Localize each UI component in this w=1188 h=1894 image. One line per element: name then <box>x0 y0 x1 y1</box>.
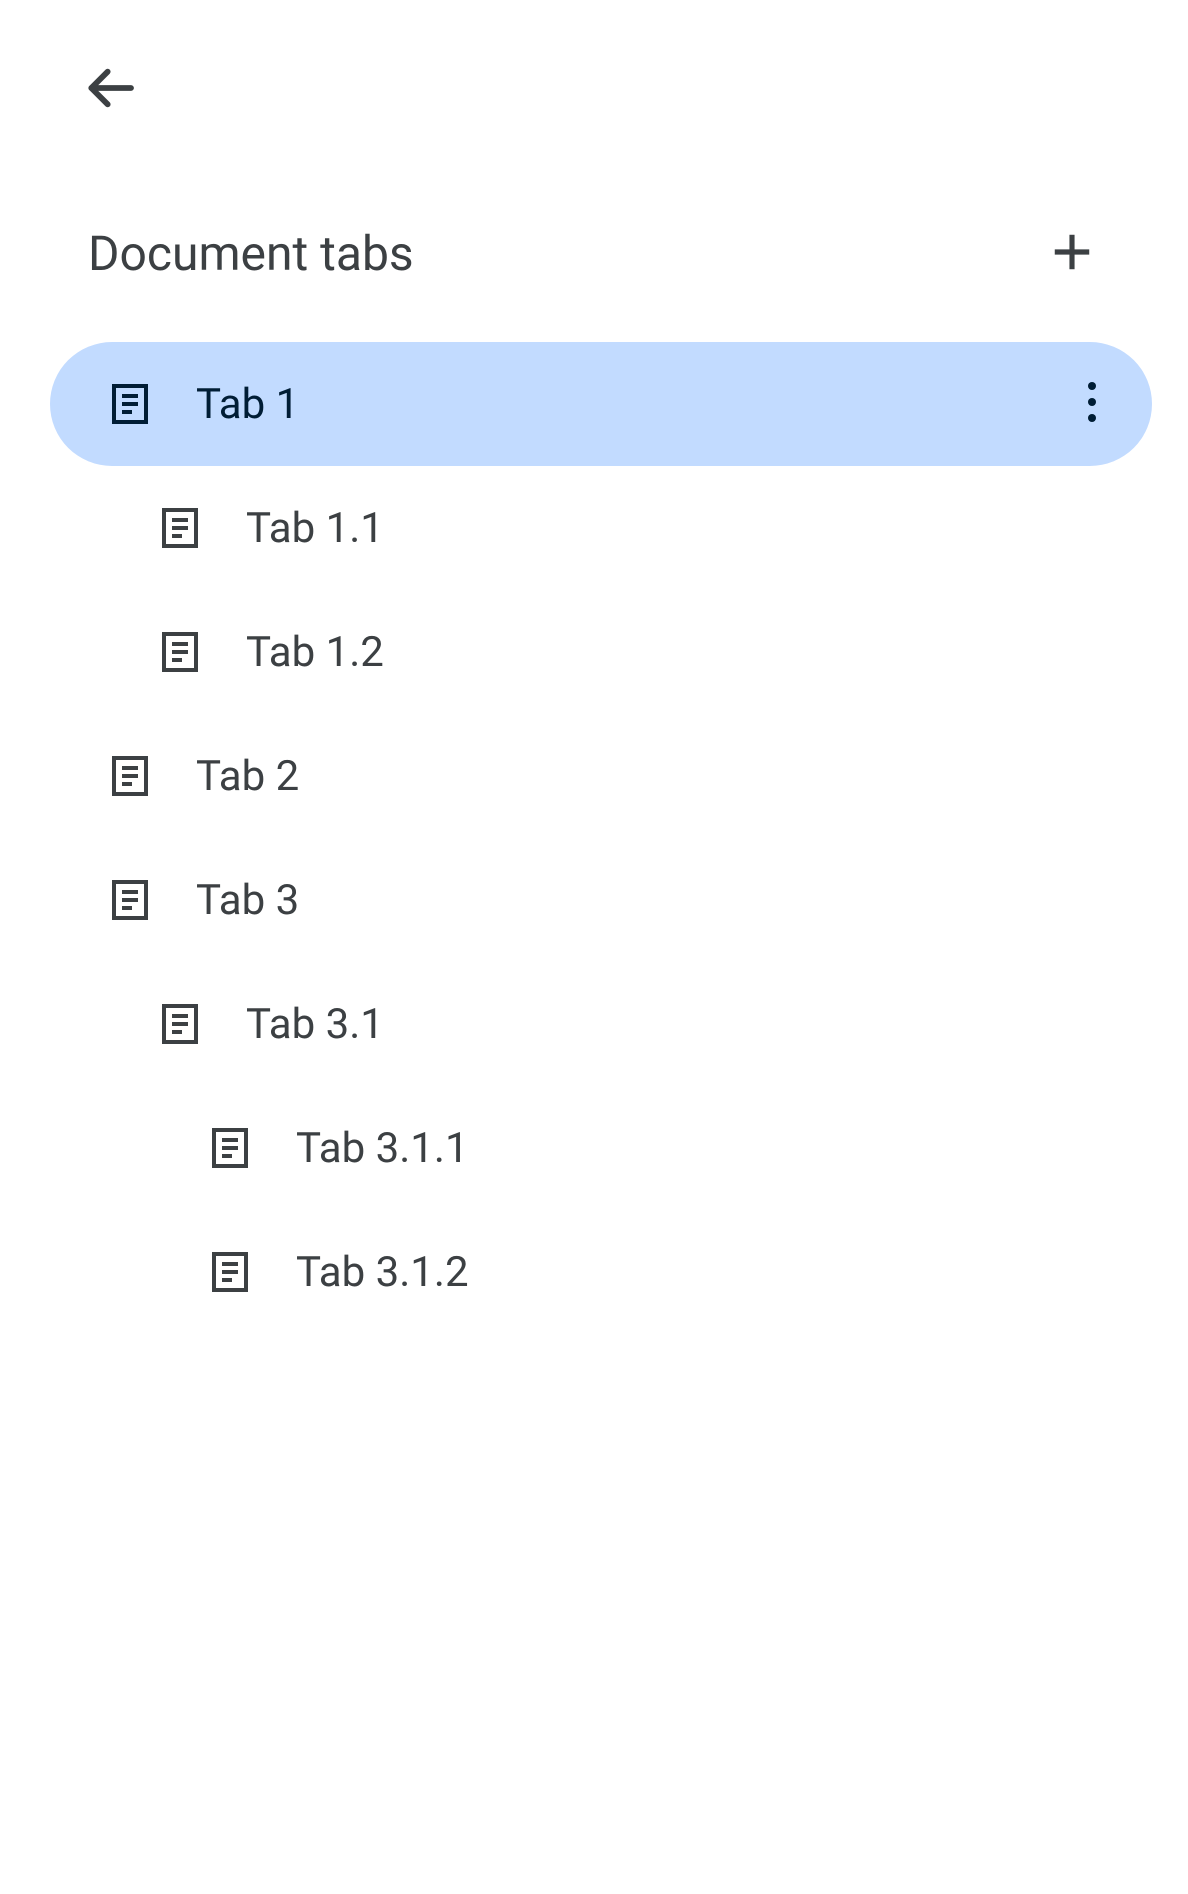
back-button[interactable] <box>70 50 150 130</box>
tab-label: Tab 1.1 <box>246 504 1152 553</box>
tab-item-tab-3[interactable]: Tab 3 <box>50 838 1152 962</box>
add-tab-button[interactable] <box>1044 226 1100 282</box>
plus-icon <box>1050 230 1094 278</box>
document-icon <box>106 380 154 428</box>
document-icon <box>106 752 154 800</box>
tab-item-tab-3-1-2[interactable]: Tab 3.1.2 <box>50 1210 1152 1334</box>
tabs-list: Tab 1 Tab 1.1 <box>0 342 1188 1334</box>
tab-item-tab-3-1-1[interactable]: Tab 3.1.1 <box>50 1086 1152 1210</box>
tab-item-tab-3-1[interactable]: Tab 3.1 <box>50 962 1152 1086</box>
tab-label: Tab 3.1 <box>246 1000 1152 1049</box>
document-icon <box>156 504 204 552</box>
tab-label: Tab 1.2 <box>246 628 1152 677</box>
page-title: Document tabs <box>88 225 414 282</box>
tab-item-tab-1[interactable]: Tab 1 <box>50 342 1152 466</box>
more-options-button[interactable] <box>1062 374 1122 434</box>
tab-item-tab-2[interactable]: Tab 2 <box>50 714 1152 838</box>
document-icon <box>106 876 154 924</box>
tab-label: Tab 1 <box>196 380 1062 429</box>
tab-label: Tab 2 <box>196 752 1152 801</box>
tab-label: Tab 3.1.2 <box>296 1248 1152 1297</box>
tab-item-tab-1-1[interactable]: Tab 1.1 <box>50 466 1152 590</box>
header-row: Document tabs <box>0 225 1188 282</box>
document-icon <box>156 1000 204 1048</box>
tab-item-tab-1-2[interactable]: Tab 1.2 <box>50 590 1152 714</box>
document-icon <box>206 1248 254 1296</box>
tab-label: Tab 3 <box>196 876 1152 925</box>
document-icon <box>206 1124 254 1172</box>
tab-label: Tab 3.1.1 <box>296 1124 1152 1173</box>
document-icon <box>156 628 204 676</box>
more-vertical-icon <box>1087 382 1097 426</box>
arrow-left-icon <box>82 60 138 120</box>
